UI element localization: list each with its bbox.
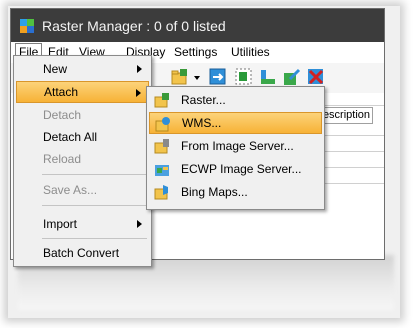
bing-maps-icon [154, 185, 168, 200]
file-menu-new-label: New [43, 62, 68, 76]
file-menu: New Attach Detach Detach All Reload Save… [13, 55, 152, 267]
ecwp-server-icon [155, 165, 169, 176]
file-menu-batch-convert-label: Batch Convert [43, 246, 120, 260]
file-menu-batch-convert[interactable]: Batch Convert [16, 242, 149, 264]
window-title: Raster Manager : 0 of 0 listed [42, 18, 226, 34]
raster-manager-app-icon [20, 19, 34, 33]
attach-wms-label: WMS... [182, 116, 222, 130]
file-menu-reload-label: Reload [43, 152, 82, 166]
file-menu-import[interactable]: Import [16, 213, 149, 235]
list-gridline [321, 135, 384, 136]
menu-utilities-label: Utilities [231, 45, 270, 59]
file-menu-attach[interactable]: Attach [16, 81, 149, 103]
menu-separator [42, 205, 147, 206]
menu-separator [42, 238, 147, 239]
list-gridline [321, 167, 384, 168]
menu-separator [42, 174, 147, 175]
raster-edit-icon[interactable] [283, 68, 301, 86]
attach-from-image-server[interactable]: From Image Server... [149, 135, 322, 157]
file-menu-detach-all-label: Detach All [43, 130, 98, 144]
wms-folder-icon [155, 117, 170, 132]
list-gridline [321, 183, 384, 184]
file-menu-attach-label: Attach [44, 85, 79, 99]
raster-refresh-icon[interactable] [209, 68, 227, 86]
file-menu-import-label: Import [43, 217, 78, 231]
file-menu-save-as[interactable]: Save As... [16, 179, 149, 201]
submenu-arrow-icon [137, 220, 142, 228]
file-menu-detach-all[interactable]: Detach All [16, 126, 149, 148]
select-raster-icon[interactable] [235, 68, 253, 86]
attach-raster[interactable]: Raster... [149, 89, 322, 111]
attach-ecwp-image-server[interactable]: ECWP Image Server... [149, 158, 322, 180]
file-menu-detach[interactable]: Detach [16, 104, 149, 126]
list-gridline [321, 105, 384, 106]
attach-from-image-server-label: From Image Server... [181, 139, 294, 153]
attach-wms[interactable]: WMS... [149, 112, 322, 134]
attach-raster-label: Raster... [181, 93, 226, 107]
attach-folder-icon[interactable] [171, 68, 189, 86]
attach-dropdown-icon[interactable] [193, 68, 201, 86]
raster-folder-icon [154, 93, 169, 108]
attach-bing-maps[interactable]: Bing Maps... [149, 181, 322, 203]
menu-utilities[interactable]: Utilities [231, 45, 270, 59]
image-server-icon [154, 139, 169, 154]
raster-layer-icon[interactable] [259, 68, 277, 86]
attach-submenu: Raster... WMS... From Image Server... EC… [146, 86, 325, 210]
file-menu-new[interactable]: New [16, 58, 149, 80]
raster-delete-icon[interactable] [307, 68, 325, 86]
submenu-arrow-icon [136, 89, 141, 97]
attach-ecwp-image-server-label: ECWP Image Server... [181, 162, 302, 176]
menu-settings[interactable]: Settings [174, 45, 217, 59]
menu-settings-label: Settings [174, 45, 218, 59]
attach-bing-maps-label: Bing Maps... [181, 185, 248, 199]
title-bar: Raster Manager : 0 of 0 listed [11, 9, 384, 42]
file-menu-reload[interactable]: Reload [16, 148, 149, 170]
file-menu-detach-label: Detach [43, 108, 82, 122]
file-menu-save-as-label: Save As... [43, 183, 98, 197]
list-gridline [321, 151, 384, 152]
submenu-arrow-icon [137, 65, 142, 73]
